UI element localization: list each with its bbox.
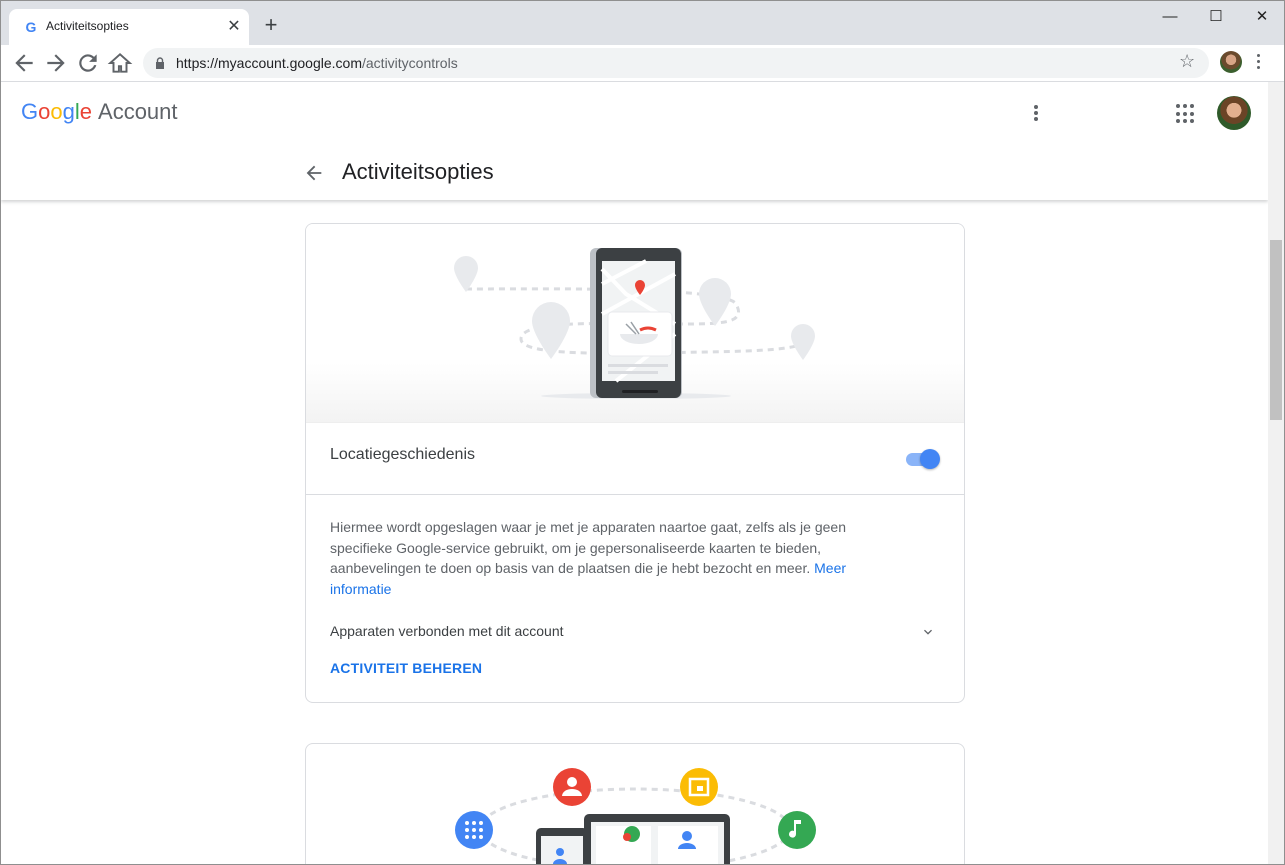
- location-illustration: [306, 224, 964, 423]
- google-apps-icon[interactable]: [1176, 104, 1196, 124]
- url-path: /activitycontrols: [362, 55, 458, 71]
- browser-profile-avatar[interactable]: [1220, 51, 1242, 73]
- browser-menu-icon[interactable]: [1255, 51, 1261, 75]
- chevron-down-icon[interactable]: [920, 624, 936, 640]
- page-content: Google Account Activiteitsopties Locatie…: [1, 82, 1268, 864]
- tab-strip: G Activiteitsopties ✕ + — ☐ ✕: [1, 1, 1284, 45]
- location-history-card: Locatiegeschiedenis Hiermee wordt opgesl…: [305, 223, 965, 703]
- minimize-button[interactable]: —: [1156, 7, 1184, 27]
- bookmark-star-icon[interactable]: ☆: [1179, 51, 1195, 72]
- forward-icon[interactable]: [43, 50, 69, 76]
- map-phone-illustration: [454, 248, 815, 399]
- connected-devices-label[interactable]: Apparaten verbonden met dit account: [330, 623, 564, 639]
- browser-tab[interactable]: G Activiteitsopties ✕: [9, 9, 249, 45]
- account-avatar[interactable]: [1217, 96, 1251, 130]
- reload-icon[interactable]: [75, 50, 101, 76]
- url-host: https://myaccount.google.com: [176, 55, 362, 71]
- google-account-logo[interactable]: Google Account: [21, 99, 178, 125]
- browser-window: G Activiteitsopties ✕ + — ☐ ✕ https://my…: [0, 0, 1285, 865]
- browser-toolbar: https://myaccount.google.com/activitycon…: [1, 45, 1284, 82]
- activity-card: [305, 743, 965, 864]
- tab-title: Activiteitsopties: [46, 19, 129, 33]
- home-icon[interactable]: [107, 50, 133, 76]
- manage-activity-button[interactable]: ACTIVITEIT BEHEREN: [330, 660, 482, 676]
- scrollbar-thumb[interactable]: [1270, 240, 1282, 420]
- account-header: Google Account Activiteitsopties: [1, 82, 1268, 200]
- logo-suffix: Account: [98, 99, 178, 124]
- setting-description: Hiermee wordt opgeslagen waar je met je …: [330, 519, 847, 597]
- address-bar[interactable]: https://myaccount.google.com/activitycon…: [143, 48, 1209, 78]
- page-scrollbar[interactable]: [1268, 82, 1284, 864]
- music-circle-icon: [778, 811, 816, 849]
- close-tab-icon[interactable]: ✕: [225, 18, 243, 36]
- activity-illustration: [455, 768, 816, 864]
- google-favicon-icon: G: [25, 19, 37, 35]
- url-text[interactable]: https://myaccount.google.com/activitycon…: [176, 55, 458, 71]
- back-icon[interactable]: [11, 50, 37, 76]
- location-history-toggle[interactable]: [904, 449, 940, 469]
- new-tab-button[interactable]: +: [261, 14, 281, 36]
- lock-icon: [156, 57, 164, 69]
- more-options-icon[interactable]: [1031, 103, 1041, 125]
- page-title: Activiteitsopties: [342, 159, 494, 184]
- maximize-button[interactable]: ☐: [1202, 7, 1230, 27]
- setting-title: Locatiegeschiedenis: [330, 446, 475, 463]
- close-window-button[interactable]: ✕: [1248, 7, 1276, 27]
- location-history-row[interactable]: Locatiegeschiedenis: [306, 422, 964, 495]
- back-arrow-icon[interactable]: [303, 162, 325, 184]
